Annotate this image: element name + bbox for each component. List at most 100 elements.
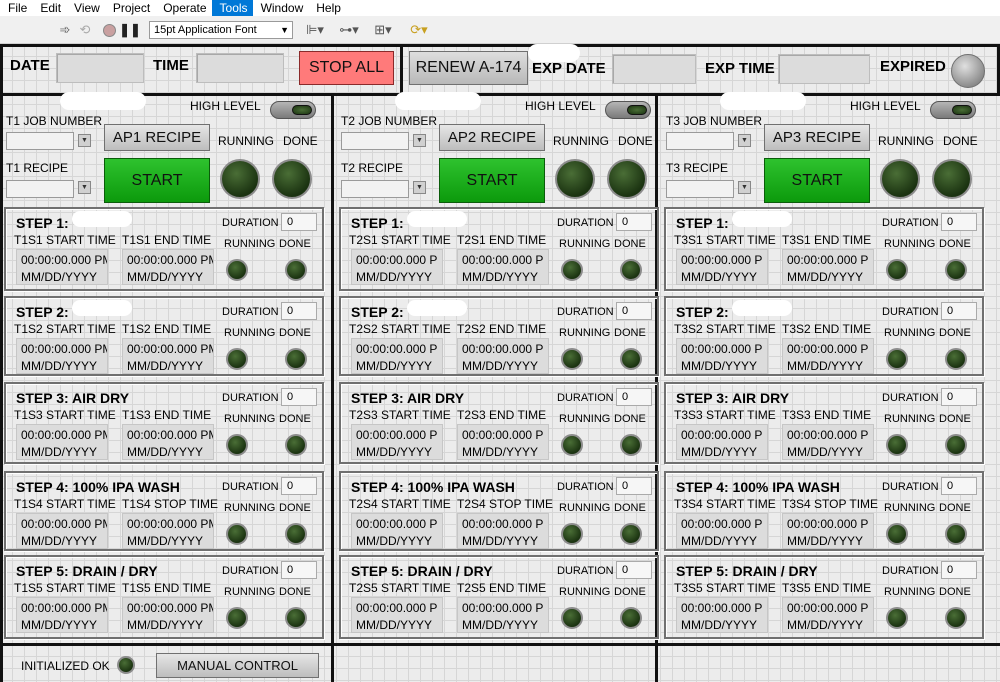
end-time-display: 00:00:00.000 P MM/DD/YYYY: [782, 424, 874, 460]
chevron-down-icon[interactable]: ▼: [78, 134, 91, 147]
job-number-select[interactable]: [6, 132, 74, 150]
end-time-label: T1S3 END TIME: [122, 408, 212, 422]
date-value: MM/DD/YYYY: [787, 270, 864, 284]
step-done-indicator: [945, 523, 967, 545]
start-time-display: 00:00:00.000 PM MM/DD/YYYY: [16, 597, 108, 633]
end-time-display: 00:00:00.000 P MM/DD/YYYY: [782, 338, 874, 374]
duration-value: 0: [941, 213, 977, 231]
abort-icon[interactable]: [100, 20, 118, 40]
start-time-label: T3S5 START TIME: [674, 581, 776, 595]
step-done-indicator: [620, 348, 642, 370]
end-time-display: 00:00:00.000 P MM/DD/YYYY: [457, 513, 549, 549]
resize-objects-icon[interactable]: ⊞▾: [370, 20, 396, 40]
start-button[interactable]: START: [104, 158, 210, 203]
menu-bar: File Edit View Project Operate Tools Win…: [0, 0, 1000, 16]
running-indicator: [555, 159, 595, 199]
redacted-area: [60, 92, 146, 110]
step-done-indicator: [285, 607, 307, 629]
font-select[interactable]: 15pt Application Font ▼: [149, 21, 293, 39]
duration-label: DURATION: [882, 481, 939, 493]
chevron-down-icon[interactable]: ▼: [413, 134, 426, 147]
menu-window[interactable]: Window: [253, 0, 309, 16]
step-done-indicator: [620, 523, 642, 545]
step-done-indicator: [620, 434, 642, 456]
recipe-label: T2 RECIPE: [341, 161, 404, 175]
menu-edit[interactable]: Edit: [32, 0, 66, 16]
run-arrow-icon[interactable]: ➾: [56, 20, 74, 40]
start-time-display: 00:00:00.000 PM MM/DD/YYYY: [16, 249, 108, 285]
start-time-label: T1S1 START TIME: [14, 233, 116, 247]
running-indicator: [880, 159, 920, 199]
step-done-indicator: [620, 259, 642, 281]
date-value: MM/DD/YYYY: [21, 359, 98, 373]
high-level-toggle[interactable]: [270, 101, 316, 119]
ap-recipe-button[interactable]: AP3 RECIPE: [764, 124, 870, 151]
align-objects-icon[interactable]: ⊫▾: [302, 20, 328, 40]
job-number-select[interactable]: [341, 132, 409, 150]
date-value: MM/DD/YYYY: [787, 618, 864, 632]
start-time-display: 00:00:00.000 P MM/DD/YYYY: [351, 513, 443, 549]
start-time-label: T1S3 START TIME: [14, 408, 116, 422]
redacted-area: [732, 300, 792, 316]
start-time-label: T1S2 START TIME: [14, 322, 116, 336]
menu-operate[interactable]: Operate: [155, 0, 211, 16]
divider: [0, 643, 1000, 646]
end-time-display: 00:00:00.000 P MM/DD/YYYY: [782, 597, 874, 633]
job-number-select[interactable]: [666, 132, 734, 150]
done-label: DONE: [614, 238, 646, 250]
start-button[interactable]: START: [764, 158, 870, 203]
done-label: DONE: [614, 327, 646, 339]
step-done-indicator: [945, 348, 967, 370]
distribute-objects-icon[interactable]: ⊶▾: [336, 20, 362, 40]
chevron-down-icon[interactable]: ▼: [413, 181, 426, 194]
date-value: MM/DD/YYYY: [356, 359, 433, 373]
end-time-display: 00:00:00.000 PM MM/DD/YYYY: [122, 513, 214, 549]
high-level-toggle[interactable]: [605, 101, 651, 119]
duration-value: 0: [281, 388, 317, 406]
redacted-area: [732, 211, 792, 227]
start-button[interactable]: START: [439, 158, 545, 203]
step-done-indicator: [285, 523, 307, 545]
duration-label: DURATION: [222, 217, 279, 229]
start-time-display: 00:00:00.000 P MM/DD/YYYY: [676, 513, 768, 549]
menu-tools[interactable]: Tools: [211, 0, 253, 16]
pause-icon[interactable]: ❚❚: [119, 20, 141, 40]
end-time-display: 00:00:00.000 PM MM/DD/YYYY: [122, 424, 214, 460]
ap-recipe-button[interactable]: AP1 RECIPE: [104, 124, 210, 151]
reorder-icon[interactable]: ⟳▾: [406, 20, 432, 40]
date-display: [56, 53, 144, 83]
end-time-display: 00:00:00.000 P MM/DD/YYYY: [457, 338, 549, 374]
done-indicator: [932, 159, 972, 199]
high-level-toggle[interactable]: [930, 101, 976, 119]
time-value: 00:00:00.000 P: [462, 253, 544, 267]
chevron-down-icon[interactable]: ▼: [738, 181, 751, 194]
step-title: STEP 3: AIR DRY: [676, 390, 790, 406]
step-running-indicator: [226, 523, 248, 545]
renew-button[interactable]: RENEW A-174: [409, 51, 528, 85]
running-label: RUNNING: [559, 586, 611, 598]
front-panel: DATE TIME STOP ALL RENEW A-174 EXP DATE …: [0, 44, 1000, 682]
recipe-select[interactable]: [666, 180, 734, 198]
recipe-select[interactable]: [6, 180, 74, 198]
menu-project[interactable]: Project: [105, 0, 155, 16]
menu-help[interactable]: Help: [308, 0, 346, 16]
duration-value: 0: [616, 388, 652, 406]
running-label: RUNNING: [559, 502, 611, 514]
menu-view[interactable]: View: [66, 0, 105, 16]
recipe-select[interactable]: [341, 180, 409, 198]
duration-label: DURATION: [557, 565, 614, 577]
date-value: MM/DD/YYYY: [462, 359, 539, 373]
chevron-down-icon[interactable]: ▼: [78, 181, 91, 194]
run-continuously-icon[interactable]: ⟲: [76, 20, 94, 40]
done-label: DONE: [939, 327, 971, 339]
chevron-down-icon[interactable]: ▼: [738, 134, 751, 147]
divider: [0, 93, 1000, 96]
manual-control-button[interactable]: MANUAL CONTROL: [156, 653, 319, 678]
menu-file[interactable]: File: [0, 0, 32, 16]
running-label: RUNNING: [884, 413, 936, 425]
duration-value: 0: [616, 302, 652, 320]
end-time-label: T2S3 END TIME: [457, 408, 547, 422]
ap-recipe-button[interactable]: AP2 RECIPE: [439, 124, 545, 151]
stop-all-button[interactable]: STOP ALL: [299, 51, 394, 85]
redacted-area: [395, 92, 481, 110]
